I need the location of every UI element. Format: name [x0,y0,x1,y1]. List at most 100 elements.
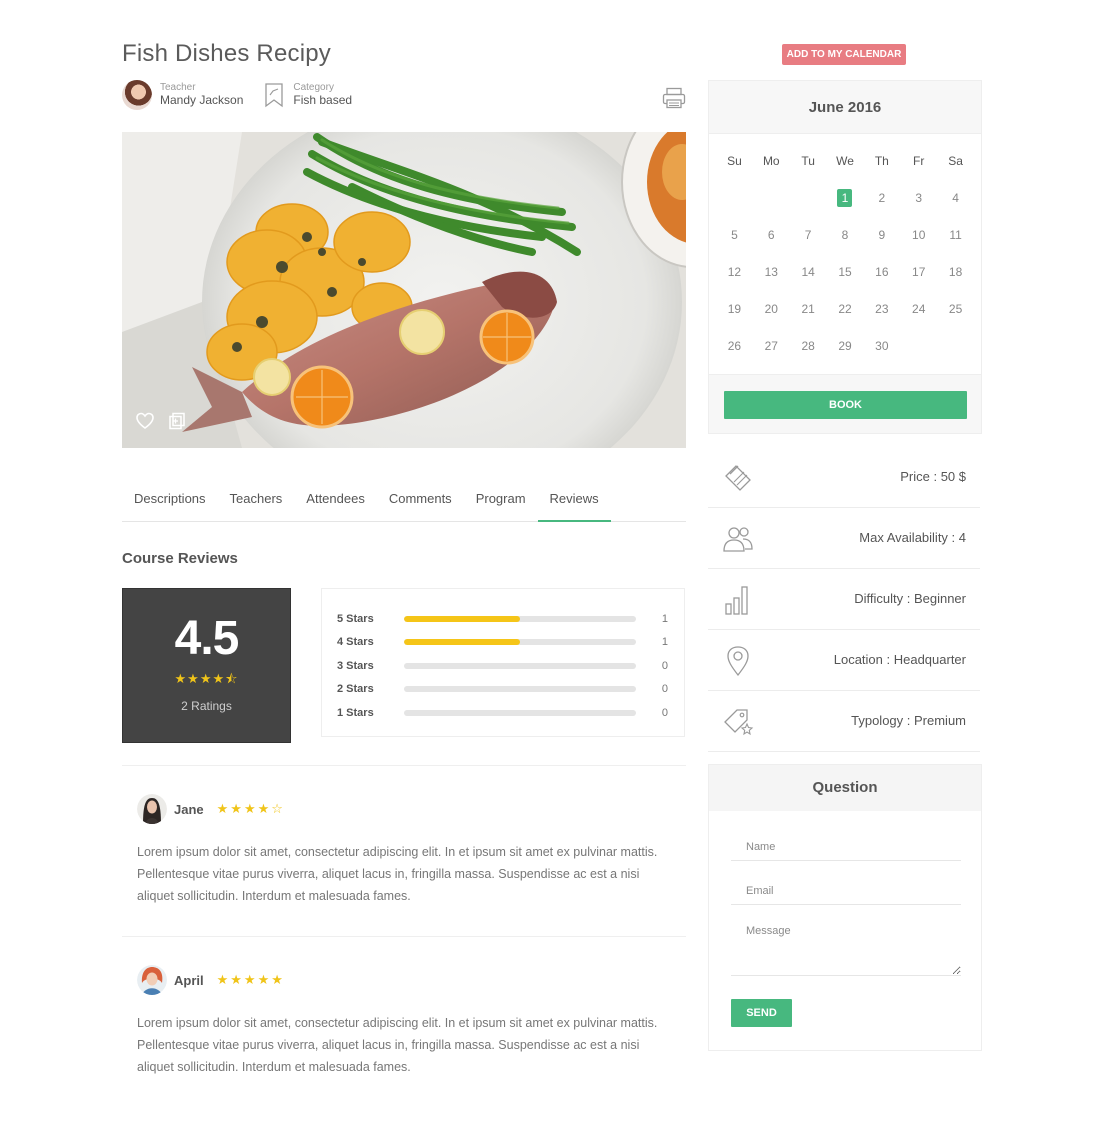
rating-breakdown: 5 Stars 1 4 Stars 1 3 Stars 0 2 Stars 0 … [321,588,685,737]
calendar-day-selected[interactable]: 1 [837,188,853,207]
location-text: Location : Headquarter [833,652,966,667]
rating-bar [404,662,636,669]
calendar-day[interactable]: 7 [801,226,816,244]
calendar-empty-cell [716,179,753,216]
calendar-day-cell: 24 [900,290,937,327]
rating-row-label: 3 Stars [337,659,374,672]
print-icon[interactable] [662,87,686,109]
calendar-day[interactable]: 15 [836,263,853,281]
map-pin-icon [727,646,749,677]
calendar-day[interactable]: 13 [763,263,780,281]
fish-dish-illustration [122,132,686,448]
course-reviews-heading: Course Reviews [122,550,238,567]
weekday-header: Su [727,153,742,168]
calendar-day-cell: 21 [790,290,827,327]
rating-row-label: 2 Stars [337,683,374,696]
message-field[interactable] [731,923,961,976]
calendar-day-cell: 15 [827,253,864,290]
rating-row-count: 1 [661,636,668,649]
calendar-day-cell: 28 [790,327,827,364]
calendar-day[interactable]: 14 [799,263,816,281]
question-title: Question [709,765,981,811]
teacher-avatar[interactable] [122,80,152,110]
weekday-header: Mo [762,153,780,168]
calendar-grid: Su Mo Tu We Th Fr Sa 1 2 3 4 5 6 7 8 9 10 11 12 13 14 15 16 17 1… [709,142,981,364]
calendar-day[interactable]: 10 [910,226,927,244]
bookmark-icon [265,83,284,108]
tab-descriptions[interactable]: Descriptions [122,478,218,522]
reviewer-name[interactable]: April [174,973,204,988]
calendar-day-cell: 5 [716,216,753,253]
course-tabs: Descriptions Teachers Attendees Comments… [122,478,686,522]
rating-row-3: 3 Stars 0 [337,654,669,678]
favorite-heart-icon[interactable] [136,412,154,430]
price-text: Price : 50 $ [900,469,966,484]
name-field[interactable] [731,833,961,861]
add-to-calendar-button[interactable]: ADD TO MY CALENDAR [782,44,906,65]
review-item: April ★★★★★ Lorem ipsum dolor sit amet, … [137,965,677,1078]
tag-star-icon [724,709,754,736]
review-text: Lorem ipsum dolor sit amet, consectetur … [137,845,658,903]
calendar-day-cell: 11 [937,216,974,253]
review-stars: ★★★★★ [216,972,285,987]
calendar-day-cell: 7 [790,216,827,253]
calendar-day[interactable]: 24 [910,300,927,318]
tab-teachers[interactable]: Teachers [218,478,295,522]
calendar-day[interactable]: 12 [726,263,743,281]
calendar-day[interactable]: 11 [947,226,963,244]
reviewer-avatar[interactable] [137,965,167,995]
category-name[interactable]: Fish based [293,93,352,108]
weekday-header: Sa [948,153,963,168]
tab-attendees[interactable]: Attendees [294,478,377,522]
difficulty-text: Difficulty : Beginner [854,591,966,606]
send-button[interactable]: SEND [731,999,792,1027]
course-image [122,132,686,448]
calendar-day[interactable]: 18 [947,263,964,281]
calendar-day[interactable]: 4 [948,189,963,207]
calendar-day[interactable]: 30 [873,337,890,355]
calendar-day[interactable]: 27 [763,337,780,355]
calendar-day[interactable]: 9 [874,226,889,244]
calendar-day[interactable]: 2 [874,189,889,207]
reviewer-name[interactable]: Jane [174,802,204,817]
tab-comments[interactable]: Comments [377,478,464,522]
review-item: Jane ★★★★☆ Lorem ipsum dolor sit amet, c… [137,794,677,907]
review-header: April ★★★★★ [137,965,677,995]
calendar-day[interactable]: 6 [764,226,779,244]
calendar-day[interactable]: 29 [836,337,853,355]
calendar-day-cell: 1 [827,179,864,216]
calendar-day[interactable]: 25 [947,300,964,318]
tab-program[interactable]: Program [464,478,538,522]
info-difficulty: Difficulty : Beginner [708,569,980,630]
calendar-day[interactable]: 3 [911,189,926,207]
typology-text: Typology : Premium [851,713,966,728]
weekday-header: Fr [913,153,925,168]
average-rating-stars: ★★★★⯪ [174,671,239,686]
calendar-day[interactable]: 19 [726,300,743,318]
book-button[interactable]: BOOK [724,391,967,419]
calendar-day[interactable]: 21 [799,300,816,318]
tab-reviews[interactable]: Reviews [537,478,611,522]
calendar-day[interactable]: 28 [799,337,816,355]
rating-bar-fill [404,615,520,622]
copy-icon[interactable] [168,412,186,430]
calendar-day-cell: 30 [863,327,900,364]
teacher-name[interactable]: Mandy Jackson [160,93,243,108]
weekday-header: Tu [801,153,815,168]
calendar-day[interactable]: 20 [763,300,780,318]
calendar-day[interactable]: 16 [873,263,890,281]
weekday-header: Th [874,153,889,168]
calendar-day[interactable]: 17 [910,263,927,281]
reviewer-avatar[interactable] [137,794,167,824]
calendar-day-cell: 4 [937,179,974,216]
calendar-day[interactable]: 26 [726,337,743,355]
calendar-day[interactable]: 5 [727,226,742,244]
rating-row-label: 5 Stars [337,612,374,625]
calendar-day[interactable]: 8 [837,226,852,244]
calendar-day-cell: 16 [863,253,900,290]
calendar-day-cell: 18 [937,253,974,290]
calendar-day-cell: 26 [716,327,753,364]
calendar-day[interactable]: 23 [873,300,890,318]
email-field[interactable] [731,877,961,905]
calendar-day[interactable]: 22 [836,300,853,318]
